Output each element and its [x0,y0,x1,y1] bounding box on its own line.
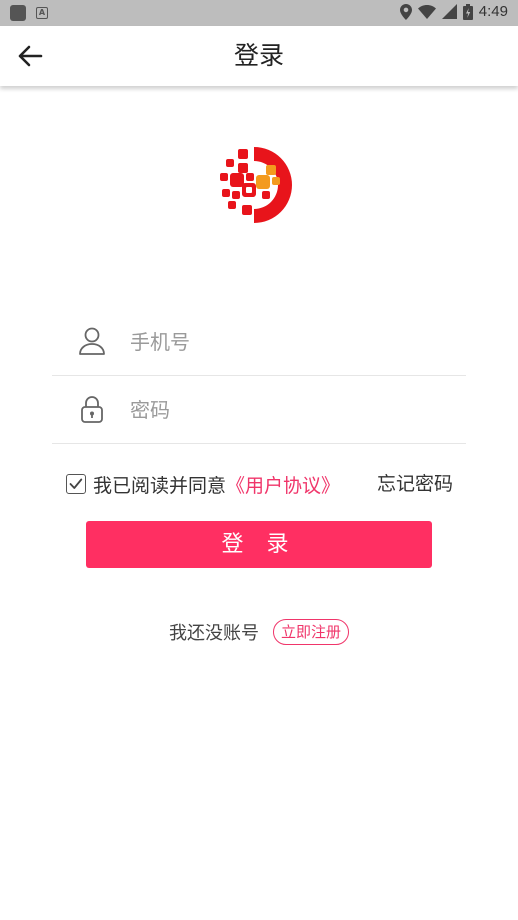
phone-input[interactable] [130,322,450,362]
back-button[interactable] [14,42,46,70]
user-agreement-link[interactable]: 《用户协议》 [226,471,340,498]
notification-icon [10,5,26,21]
no-account-text: 我还没账号 [168,623,259,644]
status-time: 4:49 [478,3,508,20]
keyboard-notification-icon: A [36,7,48,19]
password-input[interactable] [130,390,450,430]
phone-field [52,308,466,376]
password-field [52,376,466,444]
user-icon [79,327,105,355]
agreement-checkbox[interactable] [66,474,86,494]
status-bar-system: 4:49 [399,3,508,20]
battery-icon [462,3,473,20]
signal-icon [441,4,457,19]
lock-icon [81,396,103,423]
location-icon [399,3,412,20]
agreement-text: 我已阅读并同意 [93,474,227,497]
agreement-row: 我已阅读并同意 《用户协议》 [66,470,340,498]
register-row: 我还没账号 立即注册 [0,617,518,647]
forgot-password-link[interactable]: 忘记密码 [377,470,453,498]
app-logo [220,147,292,223]
login-button[interactable]: 登 录 [86,521,432,568]
arrow-left-icon [18,45,43,67]
page-title: 登录 [233,41,284,70]
status-bar-notifications: A [10,5,48,21]
wifi-icon [417,4,436,19]
register-button[interactable]: 立即注册 [272,619,349,645]
app-bar: 登录 [0,26,518,86]
status-bar: A 4:49 [0,0,518,26]
check-icon [69,478,83,489]
